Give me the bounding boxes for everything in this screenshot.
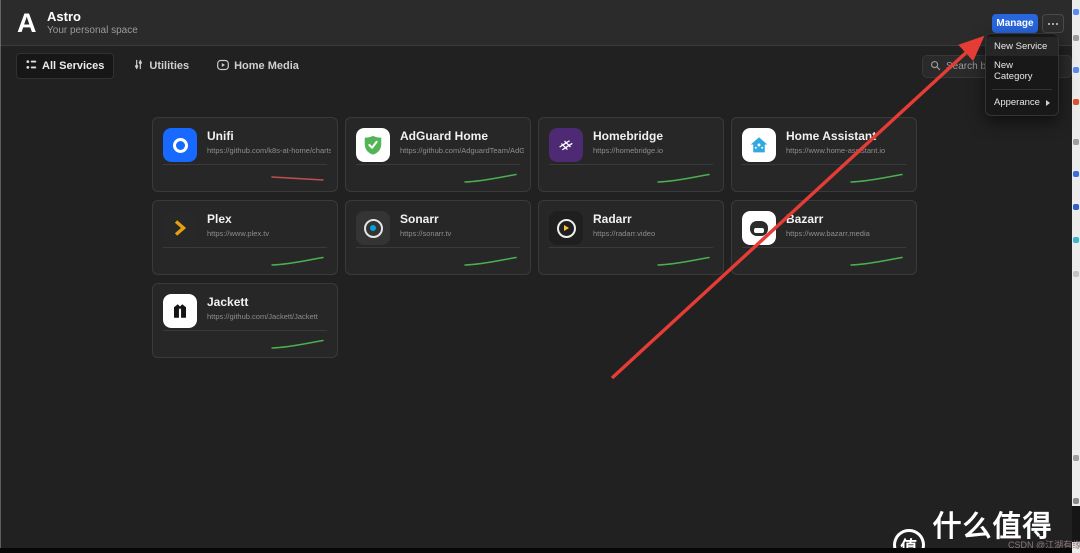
service-url: https://github.com/AdguardTeam/AdGua... <box>400 146 524 155</box>
service-name: Jackett <box>207 295 249 309</box>
card-divider <box>163 330 327 331</box>
chevron-right-icon <box>1046 99 1050 106</box>
uptime-sparkline <box>271 256 324 266</box>
service-name: Radarr <box>593 212 632 226</box>
service-name: Unifi <box>207 129 234 143</box>
card-divider <box>356 164 520 165</box>
tab-all-services[interactable]: All Services <box>16 53 115 79</box>
menu-item-new-category[interactable]: New Category <box>986 56 1058 86</box>
category-tabbar: All Services Utilities Home Media <box>0 47 1072 85</box>
menu-item-new-service[interactable]: New Service <box>986 37 1058 56</box>
service-url: https://www.plex.tv <box>207 229 270 238</box>
uptime-sparkline <box>850 173 903 183</box>
service-card-home-assistant[interactable]: Home Assistant https://www.home-assistant… <box>731 117 917 192</box>
service-url: https://github.com/k8s-at-home/charts/t.… <box>207 146 331 155</box>
radarr-icon <box>549 211 583 245</box>
service-name: Homebridge <box>593 129 664 143</box>
service-card-plex[interactable]: Plex https://www.plex.tv <box>152 200 338 275</box>
service-url: https://radarr.video <box>593 229 656 238</box>
bottom-black-bar <box>0 548 1072 553</box>
card-divider <box>742 247 906 248</box>
page-subtitle: Your personal space <box>47 25 138 36</box>
card-divider <box>742 164 906 165</box>
right-edge-window-sliver <box>1072 0 1080 553</box>
service-card-sonarr[interactable]: Sonarr https://sonarr.tv <box>345 200 531 275</box>
service-url: https://www.bazarr.media <box>786 229 870 238</box>
service-url: https://www.home-assistant.io <box>786 146 886 155</box>
play-circle-icon <box>217 59 230 74</box>
home-assistant-icon <box>742 128 776 162</box>
astro-dashboard-screen: A Astro Your personal space Manage All S… <box>0 0 1080 553</box>
edge-app-icon <box>1073 271 1079 277</box>
service-card-unifi[interactable]: Unifi https://github.com/k8s-at-home/char… <box>152 117 338 192</box>
tab-label: All Services <box>42 60 105 72</box>
menu-item-label: New Service <box>994 41 1048 52</box>
card-divider <box>549 164 713 165</box>
edge-app-icon <box>1073 139 1079 145</box>
plex-icon <box>163 211 197 245</box>
more-options-dropdown: New Service New Category Apperance <box>985 33 1059 116</box>
card-divider <box>163 247 327 248</box>
card-divider <box>549 247 713 248</box>
service-card-radarr[interactable]: Radarr https://radarr.video <box>538 200 724 275</box>
homebridge-icon: # <box>549 128 583 162</box>
edge-app-icon <box>1073 99 1079 105</box>
tab-label: Utilities <box>149 60 190 72</box>
edge-app-icon <box>1073 204 1079 210</box>
edge-app-icon <box>1073 171 1079 177</box>
tab-home-media[interactable]: Home Media <box>208 54 308 79</box>
service-url: https://sonarr.tv <box>400 229 452 238</box>
uptime-sparkline <box>271 176 324 181</box>
uptime-sparkline <box>657 173 710 183</box>
uptime-sparkline <box>464 173 517 183</box>
page-title: Astro <box>47 9 81 24</box>
uptime-sparkline <box>464 256 517 266</box>
more-options-button[interactable] <box>1042 14 1064 33</box>
menu-item-label: Apperance <box>994 97 1040 108</box>
app-header: A Astro Your personal space Manage <box>0 0 1072 46</box>
menu-divider <box>992 89 1052 90</box>
edge-app-icon <box>1073 455 1079 461</box>
service-name: AdGuard Home <box>400 129 489 143</box>
service-url: https://homebridge.io <box>593 146 664 155</box>
app-logo: A <box>17 8 37 38</box>
search-icon <box>930 58 941 76</box>
sonarr-icon <box>356 211 390 245</box>
unifi-icon <box>163 128 197 162</box>
service-name: Bazarr <box>786 212 824 226</box>
uptime-sparkline <box>850 256 903 266</box>
service-card-bazarr[interactable]: Bazarr https://www.bazarr.media <box>731 200 917 275</box>
menu-item-label: New Category <box>994 60 1033 82</box>
bazarr-icon <box>742 211 776 245</box>
edge-app-icon <box>1073 67 1079 73</box>
card-divider <box>163 164 327 165</box>
uptime-sparkline <box>657 256 710 266</box>
adguard-icon <box>356 128 390 162</box>
manage-button[interactable]: Manage <box>992 14 1038 33</box>
menu-item-apperance[interactable]: Apperance <box>986 93 1058 112</box>
edge-app-icon <box>1073 35 1079 41</box>
left-edge-line <box>0 0 1 553</box>
tab-label: Home Media <box>234 60 299 72</box>
service-name: Plex <box>207 212 232 226</box>
service-url: https://github.com/Jackett/Jackett <box>207 312 318 321</box>
sliders-icon <box>133 59 144 73</box>
service-card-homebridge[interactable]: # Homebridge https://homebridge.io <box>538 117 724 192</box>
edge-app-icon <box>1073 237 1079 243</box>
edge-app-icon <box>1073 9 1079 15</box>
service-name: Sonarr <box>400 212 439 226</box>
service-card-jackett[interactable]: Jackett https://github.com/Jackett/Jacket… <box>152 283 338 358</box>
jackett-icon <box>163 294 197 328</box>
uptime-sparkline <box>271 339 324 349</box>
card-divider <box>356 247 520 248</box>
service-name: Home Assistant <box>786 129 877 143</box>
tab-utilities[interactable]: Utilities <box>124 54 198 78</box>
grid-icon <box>26 59 37 73</box>
service-card-adguard-home[interactable]: AdGuard Home https://github.com/AdguardTe… <box>345 117 531 192</box>
